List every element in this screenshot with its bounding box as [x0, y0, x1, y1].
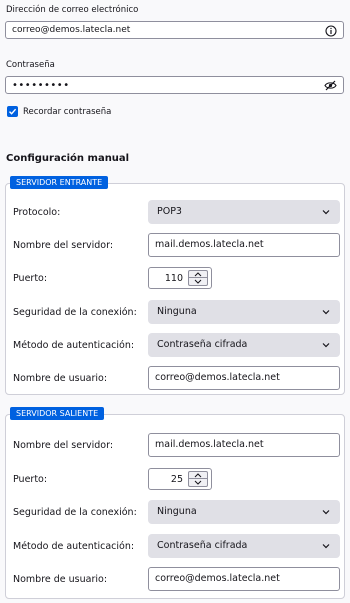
remember-checkbox[interactable] [7, 106, 18, 117]
incoming-auth-value: Contraseña cifrada [157, 339, 248, 350]
incoming-security-label: Seguridad de la conexión: [13, 307, 137, 318]
chevron-down-icon [322, 343, 330, 348]
email-value: correo@demos.latecla.net [12, 25, 131, 35]
caret-down-icon[interactable] [189, 278, 207, 285]
incoming-auth-label: Método de autenticación: [13, 340, 135, 351]
incoming-auth-select[interactable]: Contraseña cifrada [148, 333, 340, 357]
outgoing-security-value: Ninguna [157, 506, 197, 517]
chevron-down-icon [322, 510, 330, 515]
remember-label[interactable]: Recordar contraseña [23, 107, 111, 117]
incoming-username-input[interactable]: correo@demos.latecla.net [148, 366, 340, 390]
checkmark-icon [9, 108, 17, 115]
outgoing-security-label: Seguridad de la conexión: [13, 507, 137, 518]
incoming-hostname-value: mail.demos.latecla.net [155, 239, 264, 250]
chevron-down-icon [322, 210, 330, 215]
incoming-security-select[interactable]: Ninguna [148, 300, 340, 324]
password-input[interactable]: ••••••••• [5, 76, 344, 94]
incoming-port-value: 110 [164, 273, 183, 284]
email-input[interactable]: correo@demos.latecla.net [5, 21, 344, 39]
chevron-down-icon [322, 544, 330, 549]
email-label: Dirección de correo electrónico [6, 5, 139, 15]
chevron-down-icon [322, 310, 330, 315]
outgoing-port-stepper[interactable]: 25 [148, 468, 212, 490]
incoming-security-value: Ninguna [157, 306, 197, 317]
outgoing-username-label: Nombre de usuario: [13, 574, 108, 585]
outgoing-hostname-input[interactable]: mail.demos.latecla.net [148, 433, 340, 457]
outgoing-server-legend: SERVIDOR SALIENTE [10, 407, 105, 420]
incoming-port-stepper[interactable]: 110 [148, 267, 212, 289]
outgoing-port-value: 25 [170, 474, 183, 485]
incoming-server-legend: SERVIDOR ENTRANTE [10, 176, 109, 189]
outgoing-port-label: Puerto: [13, 474, 48, 485]
caret-up-icon[interactable] [189, 472, 207, 479]
outgoing-auth-value: Contraseña cifrada [157, 540, 248, 551]
incoming-port-label: Puerto: [13, 273, 48, 284]
eye-slash-icon[interactable] [324, 79, 337, 92]
outgoing-username-input[interactable]: correo@demos.latecla.net [148, 567, 340, 591]
password-label: Contraseña [6, 60, 55, 70]
outgoing-hostname-value: mail.demos.latecla.net [155, 439, 264, 450]
password-value: ••••••••• [12, 80, 70, 91]
incoming-username-label: Nombre de usuario: [13, 373, 108, 384]
outgoing-auth-label: Método de autenticación: [13, 541, 135, 552]
outgoing-hostname-label: Nombre del servidor: [13, 440, 114, 451]
incoming-username-value: correo@demos.latecla.net [155, 372, 280, 383]
outgoing-security-select[interactable]: Ninguna [148, 500, 340, 524]
caret-down-icon[interactable] [189, 479, 207, 486]
incoming-protocol-select[interactable]: POP3 [148, 200, 340, 224]
incoming-hostname-label: Nombre del servidor: [13, 240, 114, 251]
incoming-protocol-label: Protocolo: [13, 207, 61, 218]
info-icon[interactable] [324, 24, 337, 37]
outgoing-auth-select[interactable]: Contraseña cifrada [148, 534, 340, 558]
caret-up-icon[interactable] [189, 271, 207, 278]
incoming-hostname-input[interactable]: mail.demos.latecla.net [148, 233, 340, 257]
outgoing-username-value: correo@demos.latecla.net [155, 573, 280, 584]
manual-config-title: Configuración manual [6, 153, 130, 164]
incoming-protocol-value: POP3 [157, 206, 182, 217]
